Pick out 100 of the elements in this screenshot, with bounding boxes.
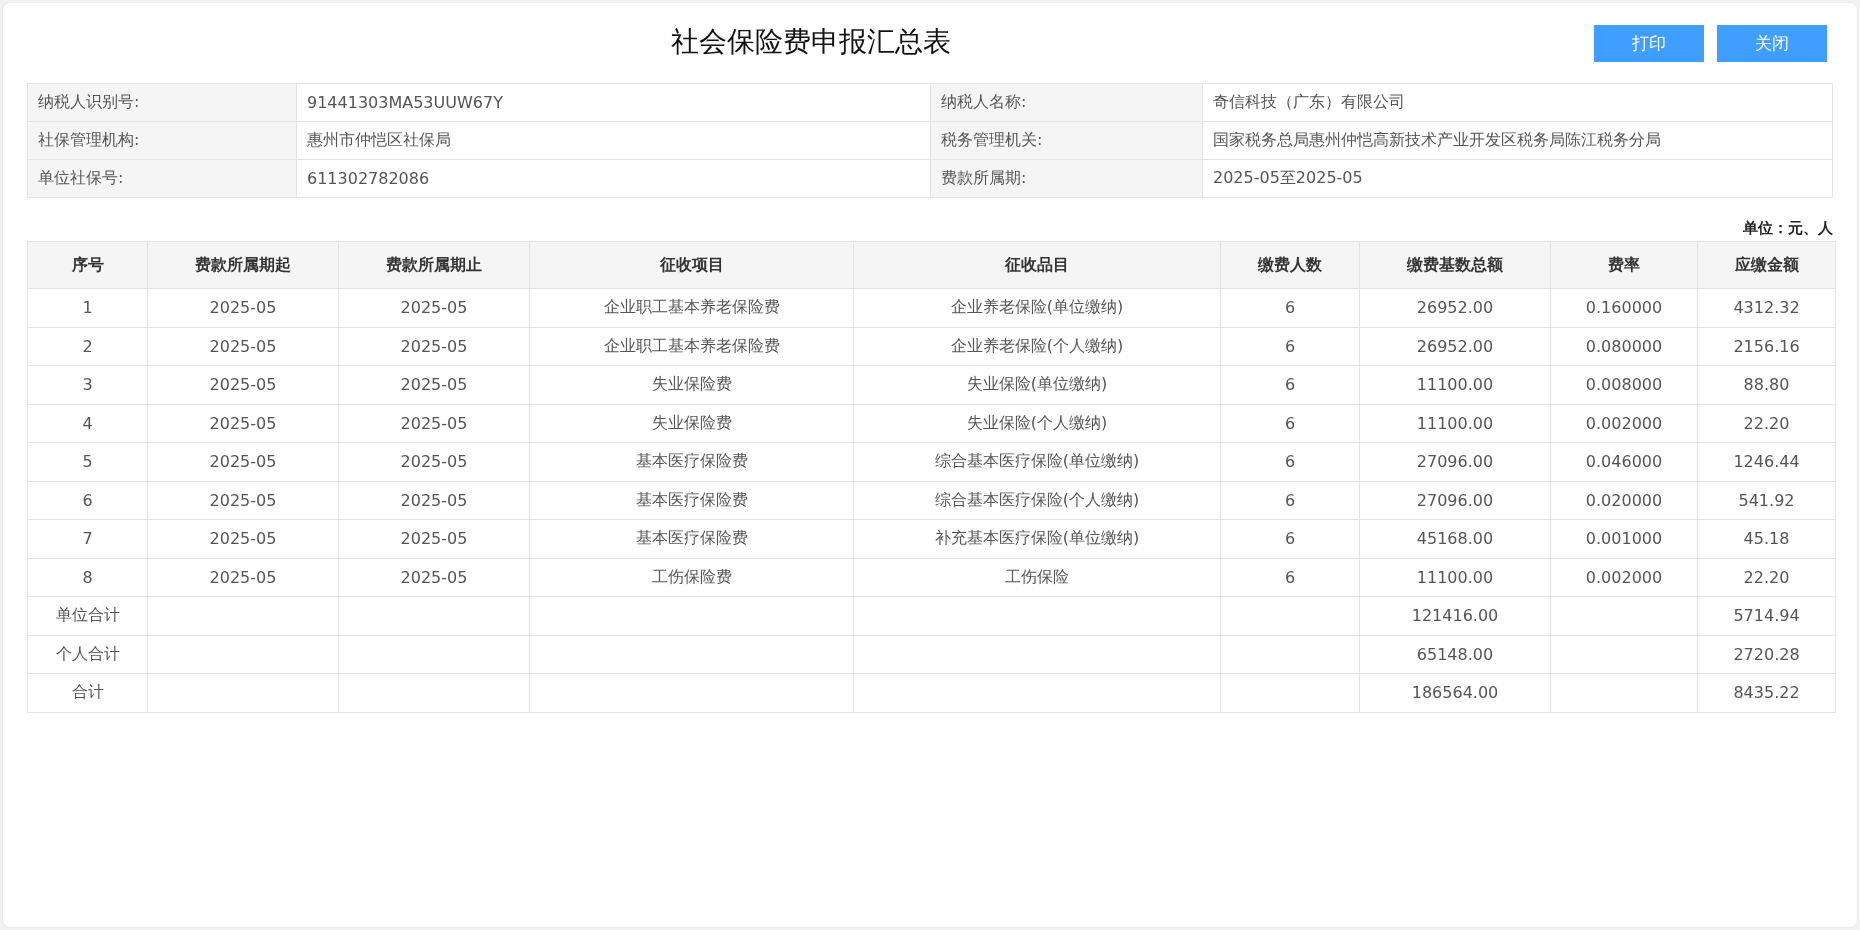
field-label: 单位社保号: xyxy=(27,159,297,198)
table-cell: 27096.00 xyxy=(1359,442,1551,481)
table-cell: 27096.00 xyxy=(1359,481,1551,520)
table-cell: 5 xyxy=(27,442,148,481)
table-cell: 6 xyxy=(1220,404,1360,443)
table-cell: 0.020000 xyxy=(1550,481,1698,520)
table-cell: 2025-05 xyxy=(147,558,339,597)
table-cell: 失业保险(单位缴纳) xyxy=(853,365,1221,404)
table-cell: 企业职工基本养老保险费 xyxy=(529,288,854,327)
table-cell: 6 xyxy=(1220,365,1360,404)
report-title: 社会保险费申报汇总表 xyxy=(669,24,952,60)
table-cell: 2025-05 xyxy=(338,442,530,481)
column-header: 缴费人数 xyxy=(1220,241,1360,289)
table-cell: 2025-05 xyxy=(338,288,530,327)
table-cell: 2025-05 xyxy=(147,327,339,366)
column-header: 应缴金额 xyxy=(1697,241,1836,289)
table-cell: 6 xyxy=(1220,558,1360,597)
table-cell: 2025-05 xyxy=(338,404,530,443)
field-value: 611302782086 xyxy=(296,159,931,198)
table-cell: 26952.00 xyxy=(1359,288,1551,327)
table-cell: 2 xyxy=(27,327,148,366)
table-cell: 综合基本医疗保险(个人缴纳) xyxy=(853,481,1221,520)
field-label: 纳税人名称: xyxy=(930,83,1203,122)
table-cell: 2025-05 xyxy=(147,481,339,520)
table-cell: 6 xyxy=(1220,327,1360,366)
table-cell: 企业养老保险(个人缴纳) xyxy=(853,327,1221,366)
table-cell: 0.008000 xyxy=(1550,365,1698,404)
table-cell: 2025-05 xyxy=(147,365,339,404)
table-cell: 2025-05 xyxy=(147,404,339,443)
table-cell: 企业职工基本养老保险费 xyxy=(529,327,854,366)
table-cell: 11100.00 xyxy=(1359,404,1551,443)
table-cell: 2025-05 xyxy=(338,481,530,520)
table-cell: 6 xyxy=(1220,288,1360,327)
table-cell: 6 xyxy=(1220,519,1360,558)
table-cell: 3 xyxy=(27,365,148,404)
column-header: 费率 xyxy=(1550,241,1698,289)
table-cell: 65148.00 xyxy=(1359,635,1551,674)
table-cell: 121416.00 xyxy=(1359,596,1551,635)
column-header: 费款所属期起 xyxy=(147,241,339,289)
field-value: 惠州市仲恺区社保局 xyxy=(296,121,931,160)
table-cell: 基本医疗保险费 xyxy=(529,442,854,481)
field-label: 税务管理机关: xyxy=(930,121,1203,160)
table-cell: 5714.94 xyxy=(1697,596,1836,635)
table-cell: 基本医疗保险费 xyxy=(529,481,854,520)
table-cell: 4 xyxy=(27,404,148,443)
table-cell: 8 xyxy=(27,558,148,597)
close-button[interactable]: 关闭 xyxy=(1717,25,1827,62)
column-header: 序号 xyxy=(27,241,148,289)
table-cell: 2025-05 xyxy=(338,558,530,597)
table-cell: 22.20 xyxy=(1697,558,1836,597)
table-cell: 0.160000 xyxy=(1550,288,1698,327)
column-header: 征收品目 xyxy=(853,241,1221,289)
table-cell: 6 xyxy=(1220,481,1360,520)
table-cell: 88.80 xyxy=(1697,365,1836,404)
table-cell: 失业保险费 xyxy=(529,365,854,404)
table-cell: 22.20 xyxy=(1697,404,1836,443)
table-cell: 2156.16 xyxy=(1697,327,1836,366)
table-cell: 4312.32 xyxy=(1697,288,1836,327)
table-cell: 企业养老保险(单位缴纳) xyxy=(853,288,1221,327)
field-value: 2025-05至2025-05 xyxy=(1202,159,1833,198)
table-cell: 基本医疗保险费 xyxy=(529,519,854,558)
table-cell: 186564.00 xyxy=(1359,673,1551,712)
table-cell: 2025-05 xyxy=(338,327,530,366)
table-cell: 11100.00 xyxy=(1359,558,1551,597)
column-header: 费款所属期止 xyxy=(338,241,530,289)
table-cell: 6 xyxy=(1220,442,1360,481)
table-cell: 541.92 xyxy=(1697,481,1836,520)
field-label: 费款所属期: xyxy=(930,159,1203,198)
table-cell: 0.046000 xyxy=(1550,442,1698,481)
table-cell: 1246.44 xyxy=(1697,442,1836,481)
table-cell: 2720.28 xyxy=(1697,635,1836,674)
print-button[interactable]: 打印 xyxy=(1594,25,1704,62)
table-cell: 6 xyxy=(27,481,148,520)
field-value: 91441303MA53UUW67Y xyxy=(296,83,931,122)
table-cell: 2025-05 xyxy=(147,288,339,327)
field-value: 奇信科技（广东）有限公司 xyxy=(1202,83,1833,122)
table-cell: 工伤保险费 xyxy=(529,558,854,597)
table-cell: 26952.00 xyxy=(1359,327,1551,366)
table-cell: 补充基本医疗保险(单位缴纳) xyxy=(853,519,1221,558)
table-cell: 2025-05 xyxy=(338,519,530,558)
table-cell: 0.002000 xyxy=(1550,558,1698,597)
table-cell: 0.002000 xyxy=(1550,404,1698,443)
field-label: 纳税人识别号: xyxy=(27,83,297,122)
column-header: 缴费基数总额 xyxy=(1359,241,1551,289)
table-cell: 0.080000 xyxy=(1550,327,1698,366)
field-label: 社保管理机构: xyxy=(27,121,297,160)
table-cell: 7 xyxy=(27,519,148,558)
table-cell: 1 xyxy=(27,288,148,327)
table-cell: 失业保险(个人缴纳) xyxy=(853,404,1221,443)
total-label: 合计 xyxy=(27,673,148,712)
unit-note: 单位：元、人 xyxy=(1743,219,1833,237)
table-cell: 综合基本医疗保险(单位缴纳) xyxy=(853,442,1221,481)
total-label: 单位合计 xyxy=(27,596,148,635)
table-cell: 11100.00 xyxy=(1359,365,1551,404)
table-cell: 45168.00 xyxy=(1359,519,1551,558)
table-cell: 8435.22 xyxy=(1697,673,1836,712)
table-cell: 2025-05 xyxy=(338,365,530,404)
table-cell: 工伤保险 xyxy=(853,558,1221,597)
table-cell: 2025-05 xyxy=(147,442,339,481)
column-header: 征收项目 xyxy=(529,241,854,289)
